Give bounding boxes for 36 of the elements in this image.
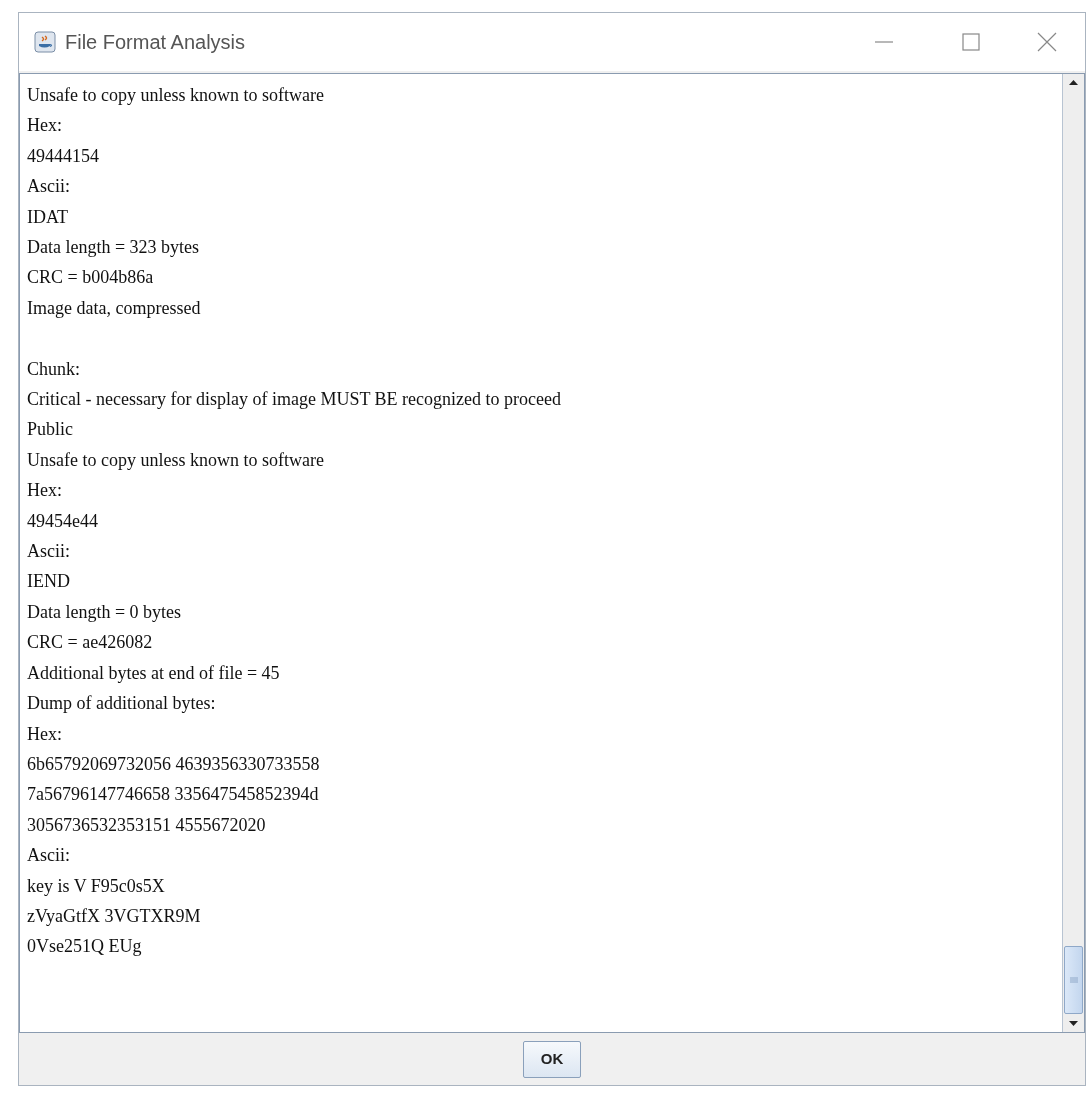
output-line: 3056736532353151 4555672020 <box>27 813 266 837</box>
output-line: Ascii: <box>27 175 70 199</box>
output-line: 49444154 <box>27 144 99 168</box>
output-line: Dump of additional bytes: <box>27 692 216 716</box>
output-line: Additional bytes at end of file = 45 <box>27 661 280 685</box>
output-line: CRC = b004b86a <box>27 266 154 290</box>
maximize-icon[interactable] <box>962 33 980 51</box>
output-line: Data length = 323 bytes <box>27 236 200 260</box>
output-line: CRC = ae426082 <box>27 631 153 655</box>
output-line: Ascii: <box>27 540 70 564</box>
output-line: Hex: <box>27 479 62 503</box>
output-line: 0Vse251Q EUg <box>27 935 142 959</box>
output-line: Hex: <box>27 722 62 746</box>
output-line: Ascii: <box>27 844 70 868</box>
close-icon[interactable] <box>1037 32 1057 52</box>
window-title: File Format Analysis <box>65 30 246 55</box>
output-line: Unsafe to copy unless known to software <box>27 84 324 107</box>
output-line: zVyaGtfX 3VGTXR9M <box>27 904 201 928</box>
output-line: Image data, compressed <box>27 296 201 320</box>
output-line: Unsafe to copy unless known to software <box>27 448 324 472</box>
output-line: 7a56796147746658 335647545852394d <box>27 783 319 807</box>
output-line: Critical - necessary for display of image MUST BE recognized to proceed <box>27 388 561 412</box>
output-line: Public <box>27 418 73 442</box>
output-line: 49454e44 <box>27 509 98 533</box>
output-line: Data length = 0 bytes <box>27 600 182 624</box>
output-line: Hex: <box>27 114 62 138</box>
output-line: 6b65792069732056 4639356330733558 <box>27 752 320 776</box>
ok-button[interactable]: OK <box>523 1040 581 1078</box>
output-line: IEND <box>27 570 70 594</box>
output-line: IDAT <box>27 205 68 229</box>
app-icon <box>34 31 56 53</box>
grip-icon <box>1069 977 1078 983</box>
scroll-thumb[interactable] <box>1064 946 1083 1014</box>
scrollbar[interactable] <box>1062 74 1084 1032</box>
output-line: key is V F95c0s5X <box>27 874 165 898</box>
output-line: Chunk: <box>27 357 80 381</box>
